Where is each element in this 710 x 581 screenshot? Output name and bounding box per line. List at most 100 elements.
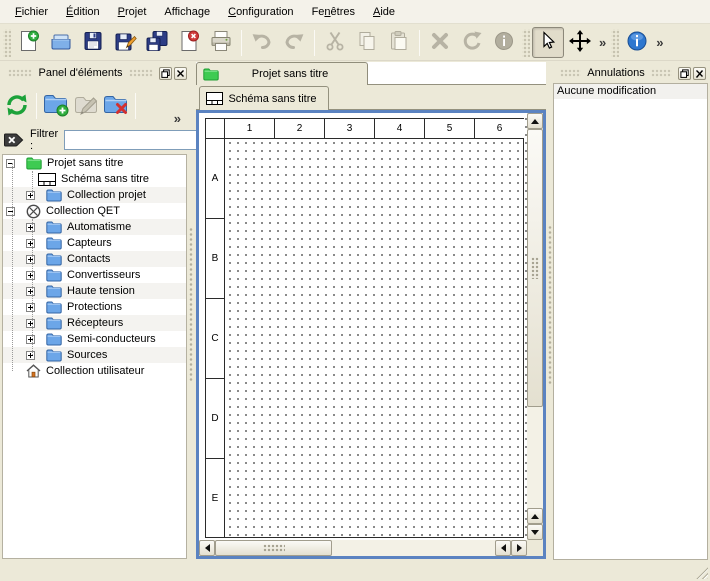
paste-icon xyxy=(387,29,411,56)
tree-item-sources[interactable]: Sources xyxy=(3,347,186,363)
expand-expander-icon[interactable] xyxy=(26,335,35,344)
redo-button[interactable] xyxy=(278,27,310,58)
float-icon xyxy=(680,69,689,78)
undo-history-list[interactable]: Aucune modification xyxy=(553,83,708,560)
copy-button[interactable] xyxy=(351,27,383,58)
tree-item-projet[interactable]: Projet sans titre xyxy=(3,155,186,171)
delete-category-button[interactable] xyxy=(101,91,131,121)
edit-category-button[interactable] xyxy=(71,91,101,121)
expand-expander-icon[interactable] xyxy=(26,239,35,248)
toolbar-drag-handle[interactable] xyxy=(3,29,11,57)
tree-guide-line xyxy=(32,219,33,355)
scroll-down-button[interactable] xyxy=(527,524,543,540)
horizontal-scrollbar-thumb[interactable] xyxy=(215,540,332,556)
expand-expander-icon[interactable] xyxy=(26,223,35,232)
rotate-button[interactable] xyxy=(456,27,488,58)
float-dock-button[interactable] xyxy=(678,67,691,80)
resize-grip[interactable] xyxy=(695,566,708,579)
cut-button[interactable] xyxy=(319,27,351,58)
toolbar-drag-handle[interactable] xyxy=(611,29,619,57)
collapse-expander-icon[interactable] xyxy=(6,159,15,168)
vertical-scrollbar-thumb[interactable] xyxy=(527,129,543,407)
menu-edition[interactable]: Édition xyxy=(57,3,109,21)
expand-expander-icon[interactable] xyxy=(26,303,35,312)
toolbar-separator xyxy=(314,30,315,56)
tab-schema-sans-titre[interactable]: Schéma sans titre xyxy=(199,86,329,110)
collapse-expander-icon[interactable] xyxy=(6,207,15,216)
tree-item-haute-tension[interactable]: Haute tension xyxy=(3,283,186,299)
tree-item-recepteurs[interactable]: Récepteurs xyxy=(3,315,186,331)
menu-fichier[interactable]: Fichier xyxy=(6,3,57,21)
column-header: 1 xyxy=(225,119,275,139)
menu-aide[interactable]: Aide xyxy=(364,3,404,21)
new-category-button[interactable] xyxy=(41,91,71,121)
delete-button[interactable] xyxy=(424,27,456,58)
new-document-button[interactable] xyxy=(13,27,45,58)
about-info-button[interactable] xyxy=(621,27,653,58)
diagram-canvas[interactable]: 1 2 3 4 5 6 A B C D E xyxy=(199,113,527,540)
pan-mode-button[interactable] xyxy=(564,27,596,58)
close-file-button[interactable] xyxy=(173,27,205,58)
new-document-icon xyxy=(17,29,41,56)
open-project-button[interactable] xyxy=(45,27,77,58)
tree-item-schema[interactable]: Schéma sans titre xyxy=(3,171,186,187)
row-header: B xyxy=(206,219,225,299)
tree-item-semi-conducteurs[interactable]: Semi-conducteurs xyxy=(3,331,186,347)
expand-expander-icon[interactable] xyxy=(26,351,35,360)
close-dock-button[interactable] xyxy=(693,67,706,80)
panel-overflow-chevron[interactable]: » xyxy=(171,111,184,126)
folder-icon xyxy=(46,189,62,202)
scroll-up-button[interactable] xyxy=(527,113,543,129)
save-all-button[interactable] xyxy=(141,27,173,58)
tree-item-contacts[interactable]: Contacts xyxy=(3,251,186,267)
expand-expander-icon[interactable] xyxy=(26,287,35,296)
expand-expander-icon[interactable] xyxy=(26,255,35,264)
page-corner-cell xyxy=(206,119,225,139)
scroll-left-button-2[interactable] xyxy=(495,540,511,556)
filter-input[interactable] xyxy=(64,130,214,150)
clear-filter-button[interactable] xyxy=(4,132,24,148)
menu-fenetres[interactable]: Fenêtres xyxy=(303,3,364,21)
new-category-icon xyxy=(43,92,69,121)
vertical-scrollbar[interactable] xyxy=(527,113,543,540)
scroll-right-button[interactable] xyxy=(511,540,527,556)
expand-expander-icon[interactable] xyxy=(26,191,35,200)
toolbar-overflow-chevron[interactable]: » xyxy=(653,35,666,50)
tree-item-convertisseurs[interactable]: Convertisseurs xyxy=(3,267,186,283)
menu-affichage[interactable]: Affichage xyxy=(155,3,219,21)
tree-item-collection-projet[interactable]: Collection projet xyxy=(3,187,186,203)
tab-projet-sans-titre[interactable]: Projet sans titre xyxy=(196,62,368,85)
expand-expander-icon[interactable] xyxy=(26,319,35,328)
element-info-button[interactable] xyxy=(488,27,520,58)
right-splitter-handle[interactable] xyxy=(548,225,552,385)
close-file-icon xyxy=(177,29,201,56)
float-dock-button[interactable] xyxy=(159,67,172,80)
tree-item-automatisme[interactable]: Automatisme xyxy=(3,219,186,235)
undo-button[interactable] xyxy=(246,27,278,58)
paste-button[interactable] xyxy=(383,27,415,58)
horizontal-scrollbar[interactable] xyxy=(199,540,527,556)
left-splitter-handle[interactable] xyxy=(189,227,193,383)
close-dock-button[interactable] xyxy=(174,67,187,80)
tree-item-capteurs[interactable]: Capteurs xyxy=(3,235,186,251)
save-button[interactable] xyxy=(77,27,109,58)
tree-item-protections[interactable]: Protections xyxy=(3,299,186,315)
toolbar-overflow-chevron[interactable]: » xyxy=(596,35,609,50)
scroll-up-button-2[interactable] xyxy=(527,508,543,524)
elements-panel-titlebar[interactable]: Panel d'éléments xyxy=(4,64,187,82)
undo-empty-message: Aucune modification xyxy=(554,84,707,99)
dock-handle-texture xyxy=(8,69,32,77)
reload-collections-button[interactable] xyxy=(2,91,32,121)
save-as-button[interactable] xyxy=(109,27,141,58)
selection-mode-button[interactable] xyxy=(532,27,564,58)
menu-configuration[interactable]: Configuration xyxy=(219,3,302,21)
toolbar-drag-handle[interactable] xyxy=(522,29,530,57)
scroll-left-button[interactable] xyxy=(199,540,215,556)
menu-projet[interactable]: Projet xyxy=(109,3,156,21)
tree-item-collection-utilisateur[interactable]: Collection utilisateur xyxy=(3,363,186,379)
expand-expander-icon[interactable] xyxy=(26,271,35,280)
print-button[interactable] xyxy=(205,27,237,58)
tree-item-collection-qet[interactable]: Collection QET xyxy=(3,203,186,219)
undo-panel-titlebar[interactable]: Annulations xyxy=(556,64,706,82)
delete-icon xyxy=(428,29,452,56)
